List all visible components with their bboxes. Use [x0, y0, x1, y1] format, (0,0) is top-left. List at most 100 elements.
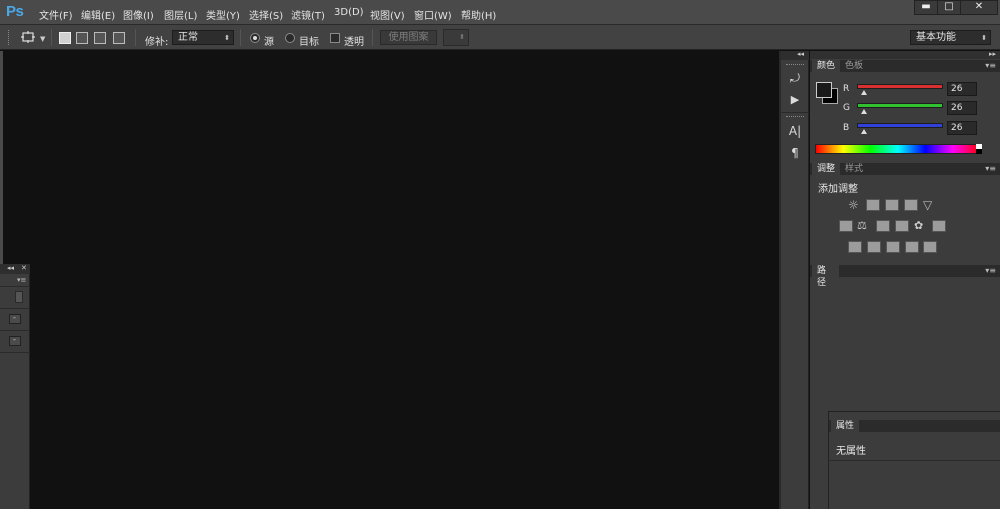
vibrance-icon[interactable]: ▽ — [923, 199, 937, 211]
close-button[interactable]: ✕ — [960, 0, 998, 15]
channel-mixer-icon[interactable]: ✿ — [914, 220, 928, 232]
paragraph-icon[interactable]: ¶ — [787, 145, 803, 161]
tool-slot-button[interactable]: - — [9, 313, 21, 324]
divider — [240, 29, 241, 46]
use-pattern-button[interactable]: 使用图案 — [380, 30, 437, 45]
tool-slot-button[interactable]: - — [9, 335, 21, 346]
black-swatch[interactable] — [976, 149, 982, 154]
color-balance-icon[interactable]: ⚖ — [857, 220, 871, 232]
dock-grip[interactable] — [786, 116, 804, 119]
photoshop-logo: Ps — [6, 3, 24, 20]
transparent-checkbox[interactable] — [330, 33, 340, 43]
divider — [0, 352, 30, 353]
foreground-color-swatch-front[interactable] — [816, 82, 832, 98]
workspace-select[interactable]: 基本功能 ⬍ — [910, 30, 991, 45]
subtract-from-selection-icon[interactable] — [94, 32, 106, 44]
minimize-button[interactable]: ▬ — [914, 0, 938, 15]
channel-r-slider[interactable] — [857, 84, 943, 89]
radio-source-label: 源 — [264, 37, 274, 48]
close-icon[interactable]: ✕ — [21, 264, 27, 272]
tab-swatches[interactable]: 色板 — [840, 60, 868, 72]
panel-menu-icon[interactable]: ▾≡ — [985, 266, 996, 275]
patch-tool-icon[interactable] — [20, 30, 36, 44]
channel-b-slider[interactable] — [857, 123, 943, 128]
levels-icon[interactable] — [866, 199, 880, 211]
minus-icon: - — [13, 313, 16, 322]
options-bar-grip[interactable] — [8, 30, 10, 45]
collapse-icon[interactable]: ▸▸ — [989, 50, 996, 58]
tool-preset-chevron-down-icon[interactable]: ▼ — [40, 35, 45, 43]
gradient-map-icon[interactable] — [905, 241, 919, 253]
black-white-icon[interactable] — [876, 220, 890, 232]
panel-menu-icon[interactable]: ▾≡ — [17, 276, 26, 284]
tab-properties[interactable]: 属性 — [831, 420, 860, 432]
menu-help[interactable]: 帮助(H) — [461, 7, 496, 22]
tab-styles[interactable]: 样式 — [840, 163, 868, 175]
new-selection-icon[interactable] — [59, 32, 71, 44]
curves-icon[interactable] — [885, 199, 899, 211]
tab-color[interactable]: 颜色 — [812, 60, 841, 72]
channel-r-thumb[interactable] — [861, 90, 867, 95]
tools-panel: ◂◂ ✕ ▾≡ - - — [0, 264, 30, 509]
menu-3d[interactable]: 3D(D) — [334, 7, 364, 18]
maximize-button[interactable]: □ — [937, 0, 961, 15]
panel-menu-icon[interactable]: ▾≡ — [985, 164, 996, 173]
menu-filter[interactable]: 滤镜(T) — [291, 7, 325, 22]
posterize-icon[interactable] — [867, 241, 881, 253]
tool-slot[interactable] — [15, 291, 23, 303]
pattern-picker[interactable]: ⬍ — [443, 29, 469, 46]
channel-r-label: R — [843, 84, 850, 94]
divider — [372, 29, 373, 46]
menu-type[interactable]: 类型(Y) — [206, 7, 240, 22]
invert-icon[interactable] — [848, 241, 862, 253]
menu-select[interactable]: 选择(S) — [249, 7, 283, 22]
dock-header: ◂◂ — [781, 50, 809, 60]
selective-color-icon[interactable] — [923, 241, 937, 253]
menu-view[interactable]: 视图(V) — [370, 7, 405, 22]
color-panel-tabs: 颜色 色板 ▾≡ — [810, 60, 1000, 72]
menu-image[interactable]: 图像(I) — [123, 7, 154, 22]
panel-menu-icon[interactable]: ▾≡ — [985, 61, 996, 70]
add-to-selection-icon[interactable] — [76, 32, 88, 44]
radio-target-label: 目标 — [299, 37, 319, 48]
dock-grip[interactable] — [786, 64, 804, 67]
document-canvas-area[interactable] — [3, 51, 779, 509]
icon-dock: ◂◂ ⤾ ▶ A| ¶ — [781, 50, 809, 509]
radio-target[interactable] — [285, 33, 295, 43]
minimize-icon: ▬ — [921, 1, 931, 12]
menu-edit[interactable]: 编辑(E) — [81, 7, 115, 22]
radio-source[interactable] — [250, 33, 260, 43]
color-lookup-icon[interactable] — [932, 220, 946, 232]
menu-layer[interactable]: 图层(L) — [164, 7, 197, 22]
channel-r-value[interactable]: 26 — [947, 82, 977, 96]
collapse-icon[interactable]: ◂◂ — [797, 50, 804, 58]
color-spectrum-bar[interactable] — [815, 144, 981, 154]
tab-adjustments[interactable]: 调整 — [812, 163, 841, 175]
actions-play-icon[interactable]: ▶ — [787, 92, 803, 108]
options-bar: ▼ 修补: 正常 ⬍ 源 目标 透明 使用图案 ⬍ 基本功能 ⬍ — [0, 25, 1000, 50]
chevron-updown-icon: ⬍ — [224, 34, 230, 42]
channel-g-label: G — [843, 103, 850, 113]
menu-window[interactable]: 窗口(W) — [414, 7, 452, 22]
hue-saturation-icon[interactable] — [839, 220, 853, 232]
tab-paths[interactable]: 路径 — [812, 265, 839, 288]
tools-panel-header: ◂◂ ✕ — [0, 264, 30, 274]
paths-panel-tabs: 路径 ▾≡ — [810, 265, 1000, 288]
brightness-contrast-icon[interactable]: ☼ — [848, 199, 862, 211]
patch-mode-select[interactable]: 正常 ⬍ — [172, 30, 234, 45]
photo-filter-icon[interactable] — [895, 220, 909, 232]
character-icon[interactable]: A| — [787, 123, 803, 139]
intersect-selection-icon[interactable] — [113, 32, 125, 44]
channel-b-thumb[interactable] — [861, 129, 867, 134]
history-icon[interactable]: ⤾ — [787, 70, 803, 86]
threshold-icon[interactable] — [886, 241, 900, 253]
channel-g-slider[interactable] — [857, 103, 943, 108]
channel-b-value[interactable]: 26 — [947, 121, 977, 135]
exposure-icon[interactable] — [904, 199, 918, 211]
channel-g-value[interactable]: 26 — [947, 101, 977, 115]
collapse-icon[interactable]: ◂◂ — [7, 264, 14, 272]
patch-label: 修补: — [145, 37, 169, 48]
menu-file[interactable]: 文件(F) — [39, 7, 73, 22]
channel-g-thumb[interactable] — [861, 109, 867, 114]
close-icon: ✕ — [974, 1, 984, 12]
